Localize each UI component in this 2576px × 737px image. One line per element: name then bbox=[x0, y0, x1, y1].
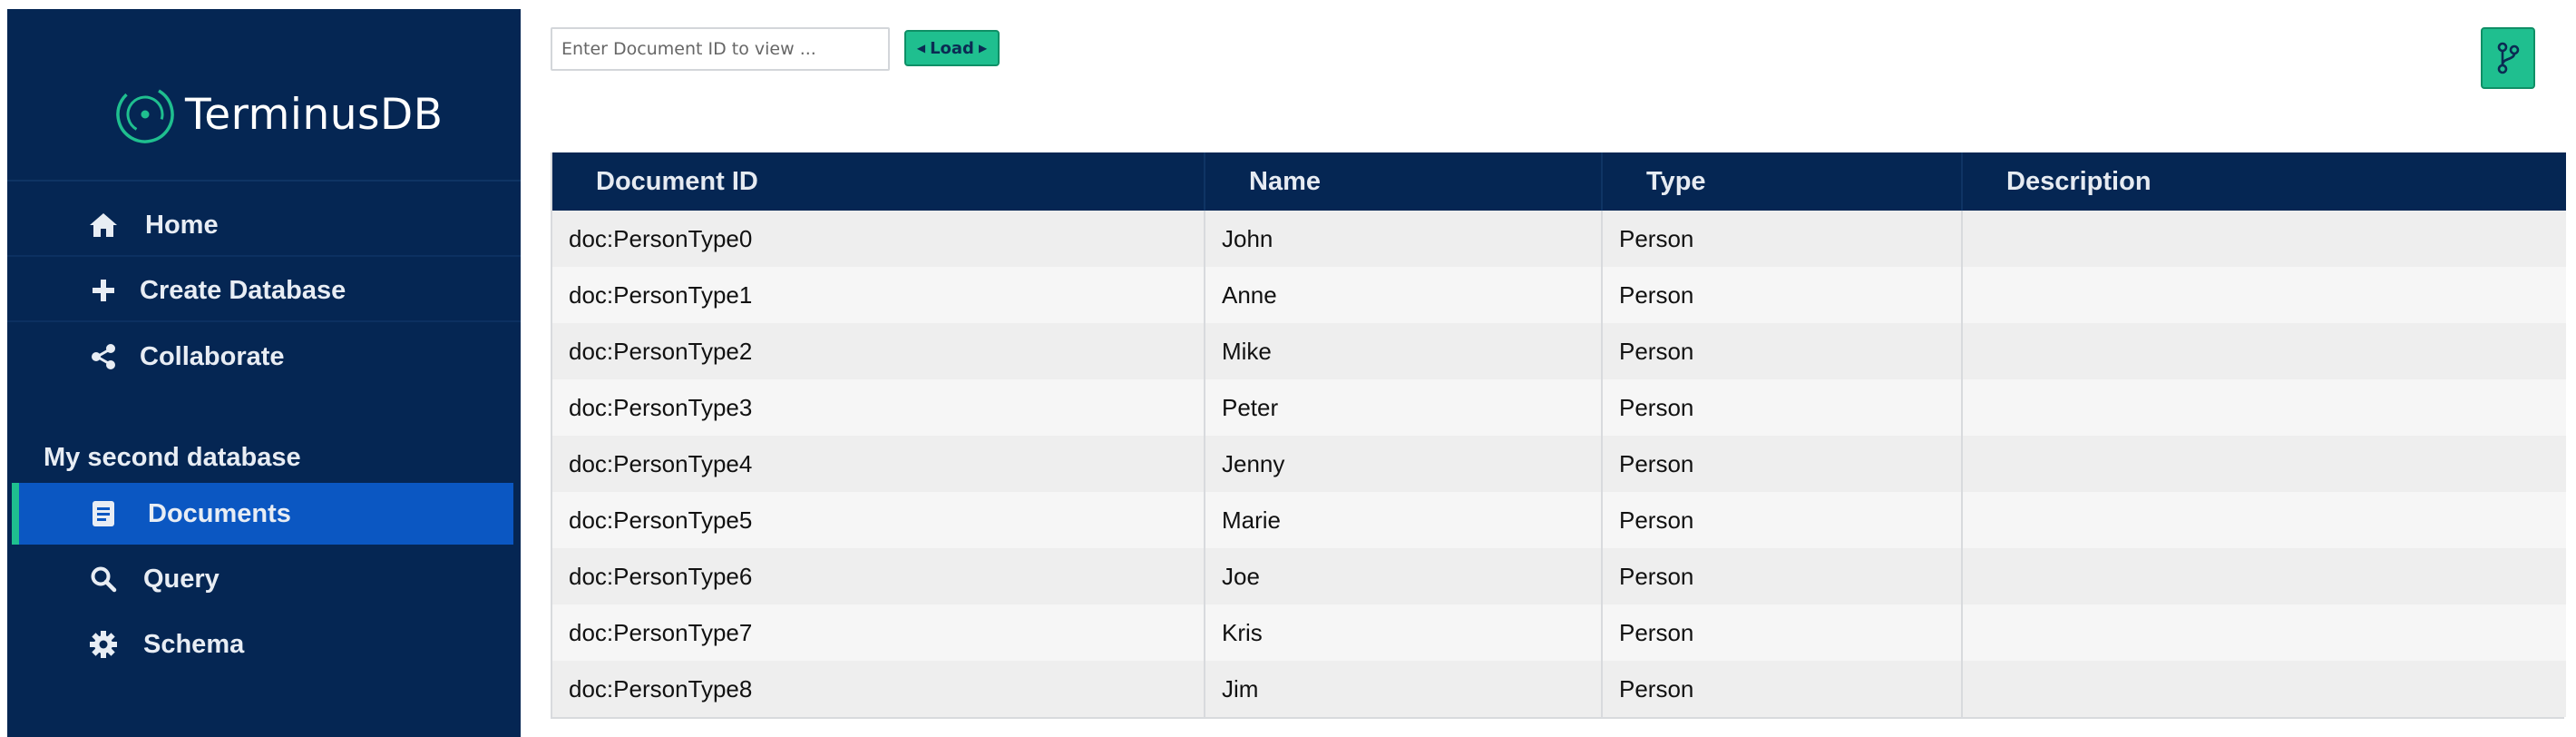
cell-name: Peter bbox=[1205, 379, 1603, 436]
cell-name: Jenny bbox=[1205, 436, 1603, 492]
cell-type: Person bbox=[1602, 548, 1963, 604]
table-row[interactable]: doc:PersonType1 Anne Person bbox=[552, 267, 2566, 323]
nav-item-schema[interactable]: Schema bbox=[7, 614, 521, 675]
cell-description bbox=[1962, 661, 2566, 717]
cell-description bbox=[1962, 379, 2566, 436]
table-row[interactable]: doc:PersonType4 Jenny Person bbox=[552, 436, 2566, 492]
table-row[interactable]: doc:PersonType5 Marie Person bbox=[552, 492, 2566, 548]
cell-type: Person bbox=[1602, 661, 1963, 717]
cell-document-id: doc:PersonType5 bbox=[552, 492, 1205, 548]
cell-description bbox=[1962, 604, 2566, 661]
nav-item-label: Schema bbox=[143, 629, 245, 659]
cell-type: Person bbox=[1602, 604, 1963, 661]
table-row[interactable]: doc:PersonType2 Mike Person bbox=[552, 323, 2566, 379]
cell-type: Person bbox=[1602, 379, 1963, 436]
chevron-left-icon: ◀ bbox=[916, 42, 926, 54]
cell-type: Person bbox=[1602, 492, 1963, 548]
table-row[interactable]: doc:PersonType3 Peter Person bbox=[552, 379, 2566, 436]
column-header-name[interactable]: Name bbox=[1205, 152, 1603, 211]
table-row[interactable]: doc:PersonType6 Joe Person bbox=[552, 548, 2566, 604]
sidebar-divider bbox=[7, 180, 521, 182]
cell-document-id: doc:PersonType6 bbox=[552, 548, 1205, 604]
nav-item-label: Home bbox=[145, 210, 219, 240]
chevron-right-icon: ▶ bbox=[978, 42, 988, 54]
branch-icon bbox=[2497, 42, 2520, 74]
cell-name: Joe bbox=[1205, 548, 1603, 604]
sidebar: TerminusDB Home Create Database Collabor… bbox=[7, 9, 521, 737]
search-icon bbox=[85, 561, 122, 597]
table-row[interactable]: doc:PersonType0 John Person bbox=[552, 211, 2566, 267]
nav-item-label: Query bbox=[143, 564, 220, 594]
cell-type: Person bbox=[1602, 211, 1963, 267]
nav-item-home[interactable]: Home bbox=[7, 195, 521, 257]
cell-name: Jim bbox=[1205, 661, 1603, 717]
cell-type: Person bbox=[1602, 436, 1963, 492]
cell-document-id: doc:PersonType3 bbox=[552, 379, 1205, 436]
branch-button[interactable] bbox=[2481, 27, 2535, 89]
home-icon bbox=[85, 207, 122, 243]
cell-document-id: doc:PersonType7 bbox=[552, 604, 1205, 661]
load-button[interactable]: ◀ Load ▶ bbox=[904, 30, 1000, 66]
load-button-label: Load bbox=[930, 38, 974, 58]
cell-name: Kris bbox=[1205, 604, 1603, 661]
table-row[interactable]: doc:PersonType8 Jim Person bbox=[552, 661, 2566, 717]
cell-description bbox=[1962, 492, 2566, 548]
cell-name: Mike bbox=[1205, 323, 1603, 379]
cell-description bbox=[1962, 548, 2566, 604]
cell-description bbox=[1962, 436, 2566, 492]
nav-item-label: Create Database bbox=[140, 275, 346, 305]
logo[interactable]: TerminusDB bbox=[114, 78, 443, 151]
cell-name: John bbox=[1205, 211, 1603, 267]
database-section-title: My second database bbox=[44, 443, 301, 472]
cell-document-id: doc:PersonType0 bbox=[552, 211, 1205, 267]
document-icon bbox=[85, 496, 122, 532]
cell-document-id: doc:PersonType8 bbox=[552, 661, 1205, 717]
active-indicator bbox=[12, 483, 19, 545]
cell-document-id: doc:PersonType1 bbox=[552, 267, 1205, 323]
terminusdb-logo-icon bbox=[116, 85, 174, 143]
nav-item-create-database[interactable]: Create Database bbox=[7, 260, 521, 322]
cell-name: Anne bbox=[1205, 267, 1603, 323]
cell-document-id: doc:PersonType4 bbox=[552, 436, 1205, 492]
cell-description bbox=[1962, 211, 2566, 267]
nav-item-label: Documents bbox=[148, 498, 291, 528]
nav-item-query[interactable]: Query bbox=[7, 548, 521, 610]
cell-type: Person bbox=[1602, 323, 1963, 379]
nav-item-documents[interactable]: Documents bbox=[12, 483, 513, 545]
cell-document-id: doc:PersonType2 bbox=[552, 323, 1205, 379]
table-row[interactable]: doc:PersonType7 Kris Person bbox=[552, 604, 2566, 661]
document-id-input[interactable] bbox=[551, 27, 890, 71]
nav-item-collaborate[interactable]: Collaborate bbox=[7, 326, 521, 388]
gear-icon bbox=[85, 626, 122, 663]
documents-table: Document ID Name Type Description doc:Pe… bbox=[551, 152, 2566, 719]
logo-text: TerminusDB bbox=[185, 89, 444, 140]
column-header-document-id[interactable]: Document ID bbox=[552, 152, 1205, 211]
column-header-type[interactable]: Type bbox=[1602, 152, 1963, 211]
cell-description bbox=[1962, 323, 2566, 379]
cell-type: Person bbox=[1602, 267, 1963, 323]
column-header-description[interactable]: Description bbox=[1962, 152, 2566, 211]
plus-icon bbox=[85, 272, 122, 309]
nav-item-label: Collaborate bbox=[140, 341, 285, 371]
cell-description bbox=[1962, 267, 2566, 323]
cell-name: Marie bbox=[1205, 492, 1603, 548]
table-header-row: Document ID Name Type Description bbox=[552, 152, 2566, 211]
share-icon bbox=[85, 339, 122, 375]
